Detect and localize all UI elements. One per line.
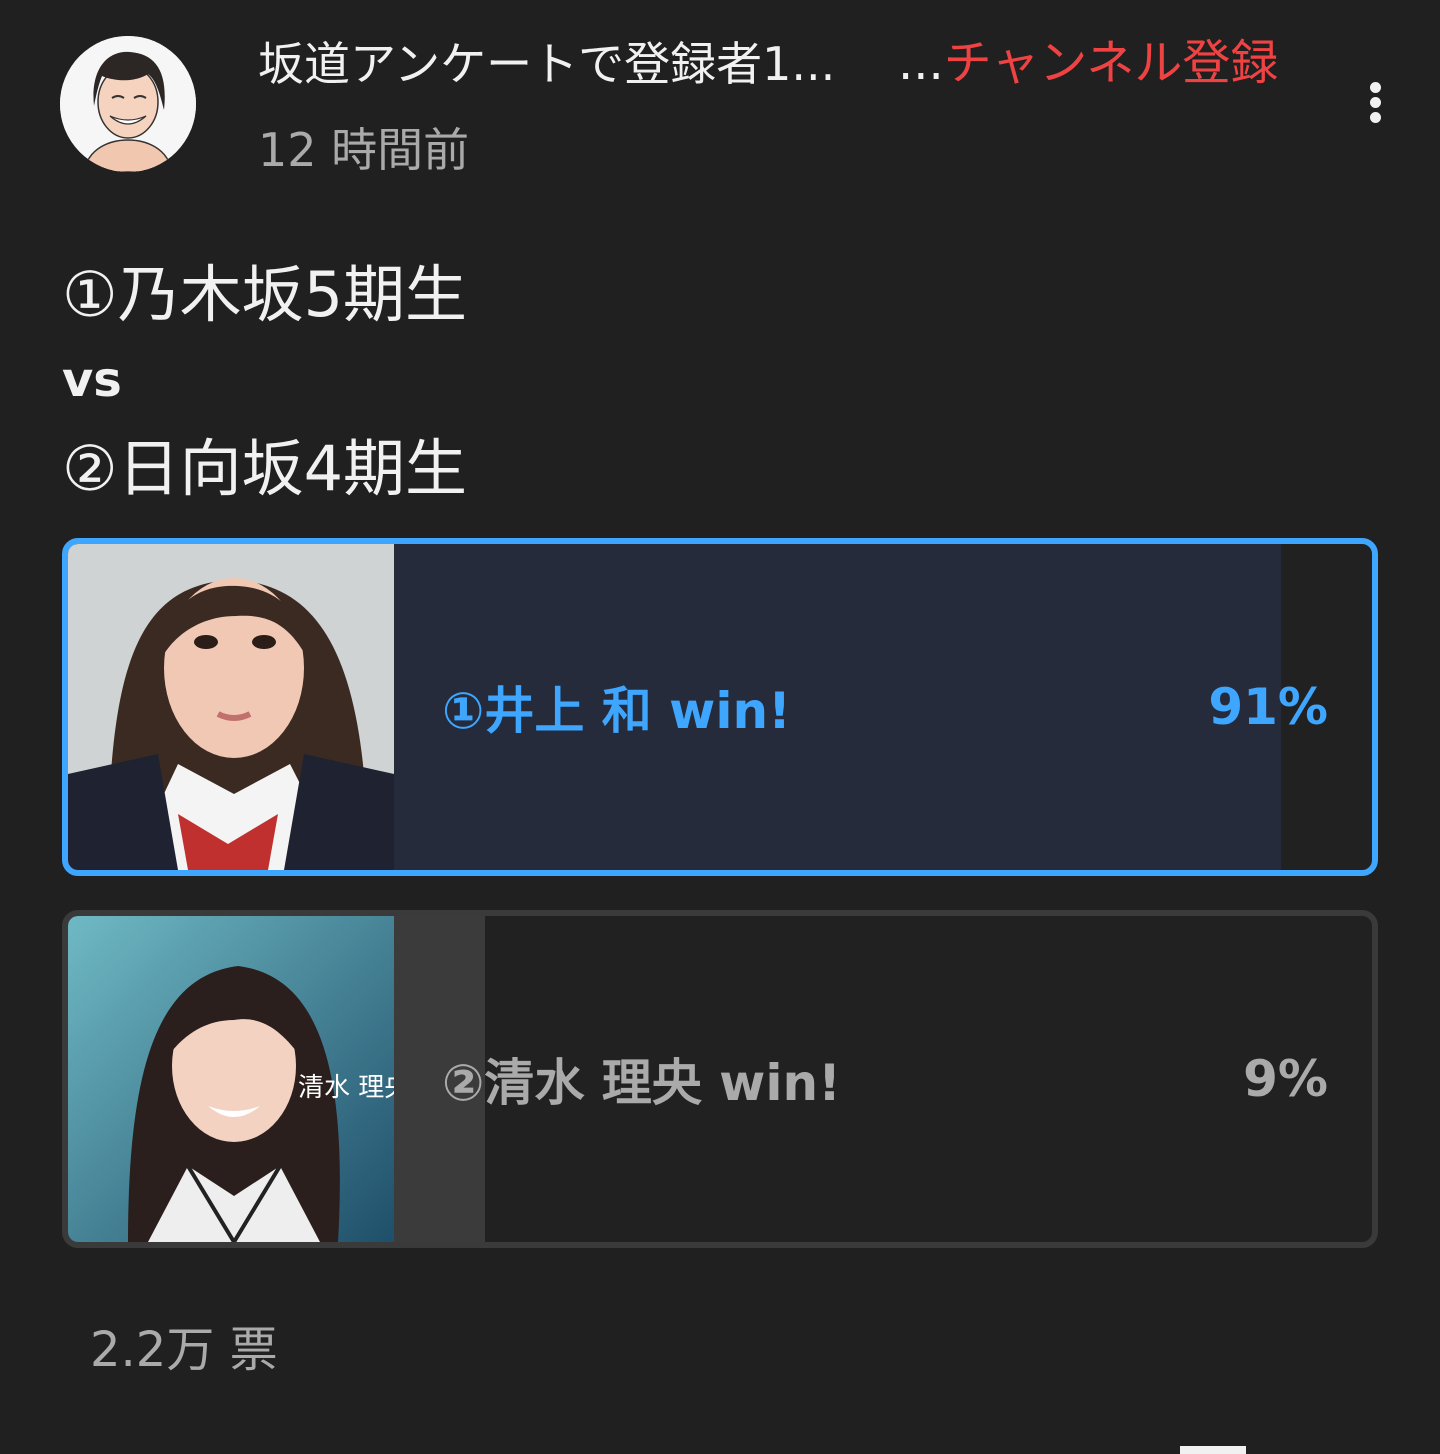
subscribe-ellipsis: ... [898, 35, 944, 91]
bottom-edge-element [1180, 1446, 1246, 1454]
more-options-button[interactable] [1350, 70, 1402, 134]
community-post: 坂道アンケートで登録者1... ...チャンネル登録 12 時間前 ①乃木坂5期… [0, 0, 1440, 1454]
poll-vote-count: 2.2万 票 [90, 1322, 278, 1378]
subscribe-link[interactable]: ...チャンネル登録 [898, 34, 1278, 92]
poll-option-2-image-caption: 清水 理央 [298, 1073, 394, 1103]
poll-option-2-label: ②清水 理央 win! [442, 1054, 841, 1112]
poll-option-1-label: ①井上 和 win! [442, 682, 791, 740]
post-line-1: ①乃木坂5期生 [62, 258, 468, 331]
poll-option-2-image: 清水 理央 [68, 916, 394, 1242]
post-line-3: ②日向坂4期生 [62, 432, 468, 505]
poll-option-1[interactable]: ①井上 和 win! 91% [62, 538, 1378, 876]
post-timestamp: 12 時間前 [258, 123, 470, 177]
poll-option-1-image [68, 544, 394, 870]
subscribe-label: チャンネル登録 [943, 35, 1279, 91]
post-line-2: vs [62, 352, 122, 408]
poll-option-1-percent: 91% [1208, 678, 1328, 736]
channel-avatar[interactable] [60, 36, 196, 172]
avatar-icon [60, 36, 196, 172]
channel-name[interactable]: 坂道アンケートで登録者1... [258, 36, 835, 92]
poll-option-2-percent: 9% [1243, 1050, 1328, 1108]
poll-option-2[interactable]: 清水 理央 ②清水 理央 win! 9% [62, 910, 1378, 1248]
